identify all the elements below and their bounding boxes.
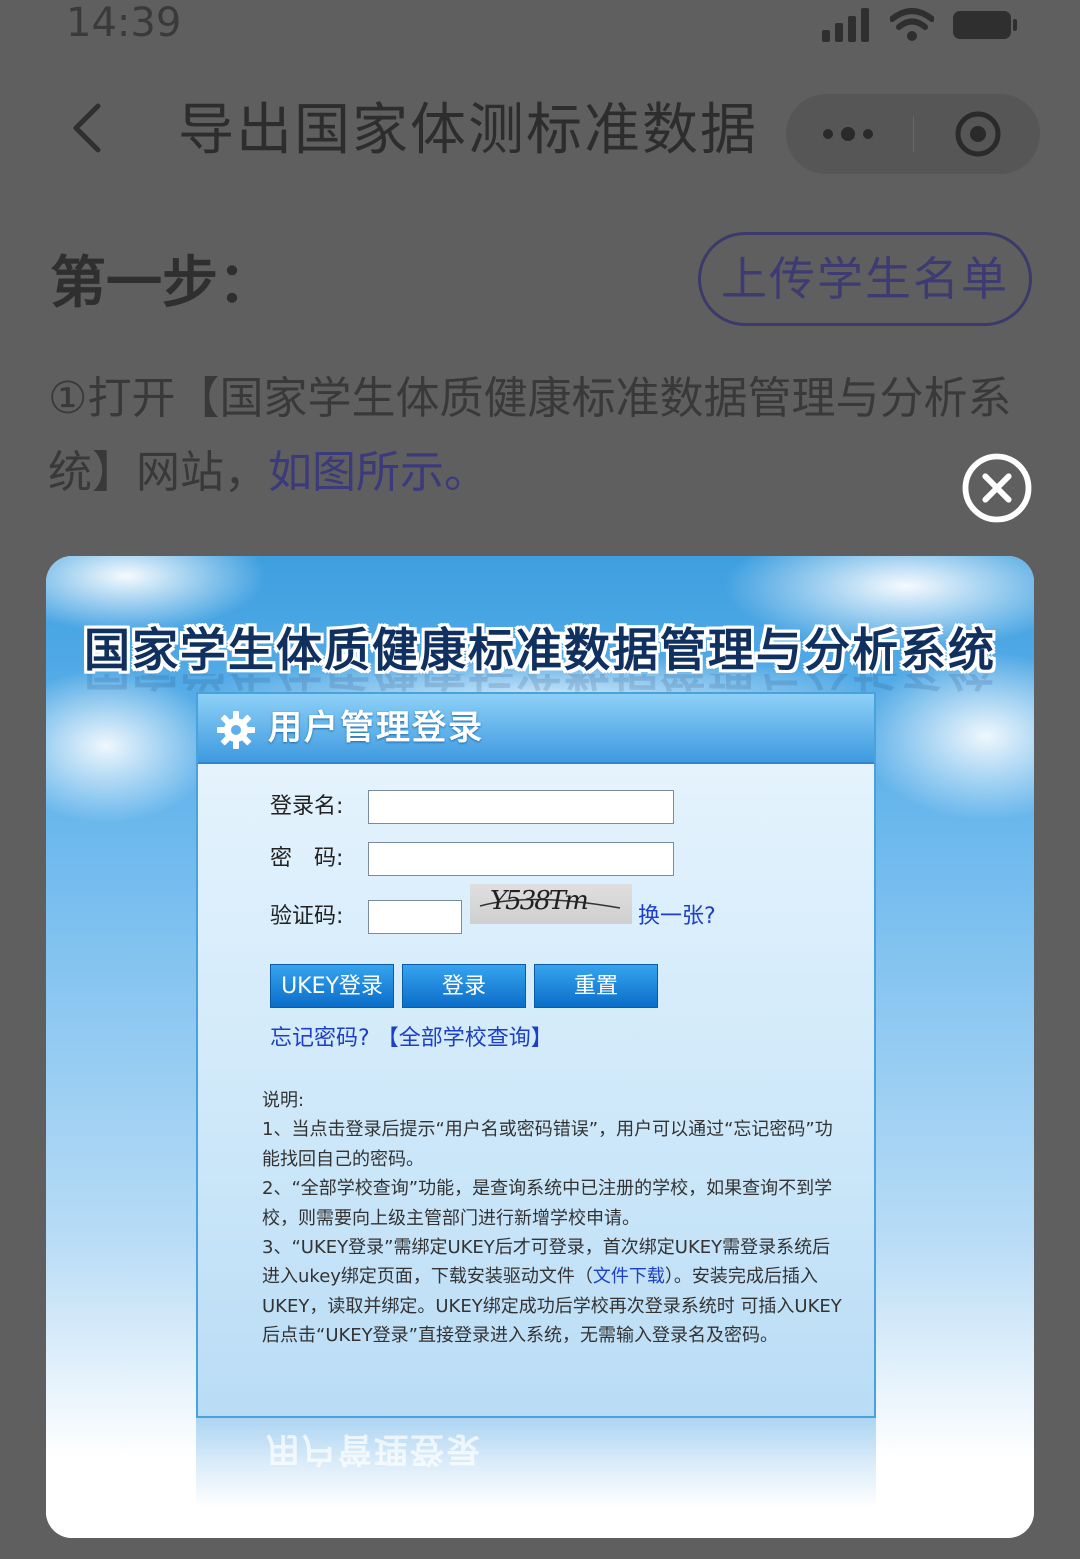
captcha-input[interactable] — [368, 900, 462, 934]
login-panel-title: 用户管理登录 — [268, 708, 484, 748]
instruction-2: 2、“全部学校查询”功能，是查询系统中已注册的学校，如果查询不到学校，则需要向上… — [262, 1178, 833, 1229]
status-time: 14:39 — [66, 0, 182, 46]
login-name-input[interactable] — [368, 790, 674, 824]
password-label: 密 码: — [270, 846, 344, 871]
all-schools-link[interactable]: 【全部学校查询】 — [377, 1026, 553, 1051]
capsule-divider — [913, 116, 914, 152]
refresh-captcha-link[interactable]: 换一张? — [638, 902, 716, 932]
captcha-label: 验证码: — [270, 904, 344, 929]
file-download-link[interactable]: 文件下载 — [593, 1266, 665, 1287]
help-links: 忘记密码? 【全部学校查询】 — [270, 1024, 553, 1054]
login-name-label: 登录名: — [270, 794, 344, 819]
forgot-password-link[interactable]: 忘记密码? — [270, 1026, 370, 1051]
see-image-link[interactable]: 如图所示。 — [268, 447, 488, 498]
status-icons — [822, 8, 1018, 42]
page-title: 导出国家体测标准数据 — [178, 98, 758, 163]
instruction-1: 1、当点击登录后提示“用户名或密码错误”，用户可以通过“忘记密码”功能找回自己的… — [262, 1119, 833, 1170]
instruction-3: 3、“UKEY登录”需绑定UKEY后才可登录，首次绑定UKEY需登录系统后进入u… — [262, 1233, 842, 1351]
battery-icon — [953, 11, 1017, 39]
close-icon[interactable] — [962, 453, 1032, 523]
step-description-text: ①打开【国家学生体质健康标准数据管理与分析系统】网站， — [48, 373, 1012, 498]
target-icon[interactable] — [954, 110, 1002, 158]
back-icon[interactable] — [62, 100, 118, 156]
system-title: 国家学生体质健康标准数据管理与分析系统 — [84, 623, 996, 677]
step-description: ①打开【国家学生体质健康标准数据管理与分析系统】网站，如图所示。 — [48, 362, 1038, 510]
image-preview[interactable]: 国家学生体质健康标准数据管理与分析系统 国家学生体质健康标准数据管理与分析系统 … — [46, 556, 1034, 1538]
ukey-login-button[interactable]: UKEY登录 — [270, 964, 394, 1008]
panel-title-reflection: 用户管理登录 — [266, 1429, 482, 1469]
upload-student-list-button[interactable]: 上传学生名单 — [698, 232, 1032, 326]
password-input[interactable] — [368, 842, 674, 876]
login-button[interactable]: 登录 — [402, 964, 526, 1008]
login-panel-header: 用户管理登录 — [198, 694, 874, 764]
signal-icon — [822, 8, 869, 42]
captcha-image[interactable]: Y538Tm — [470, 884, 632, 924]
wifi-icon — [890, 8, 934, 41]
step-title: 第一步： — [50, 251, 274, 316]
instructions-heading: 说明: — [262, 1090, 305, 1111]
panel-reflection: 用户管理登录 — [196, 1418, 876, 1508]
login-panel: 用户管理登录 登录名: 密 码: 验证码: Y538Tm 换一张? UKEY登录… — [196, 692, 876, 1418]
instructions: 说明: 1、当点击登录后提示“用户名或密码错误”，用户可以通过“忘记密码”功能找… — [262, 1086, 842, 1351]
gear-icon — [217, 711, 255, 749]
capsule-menu — [786, 94, 1040, 174]
reset-button[interactable]: 重置 — [534, 964, 658, 1008]
more-icon[interactable] — [820, 112, 880, 156]
captcha-text: Y538Tm — [490, 886, 589, 916]
